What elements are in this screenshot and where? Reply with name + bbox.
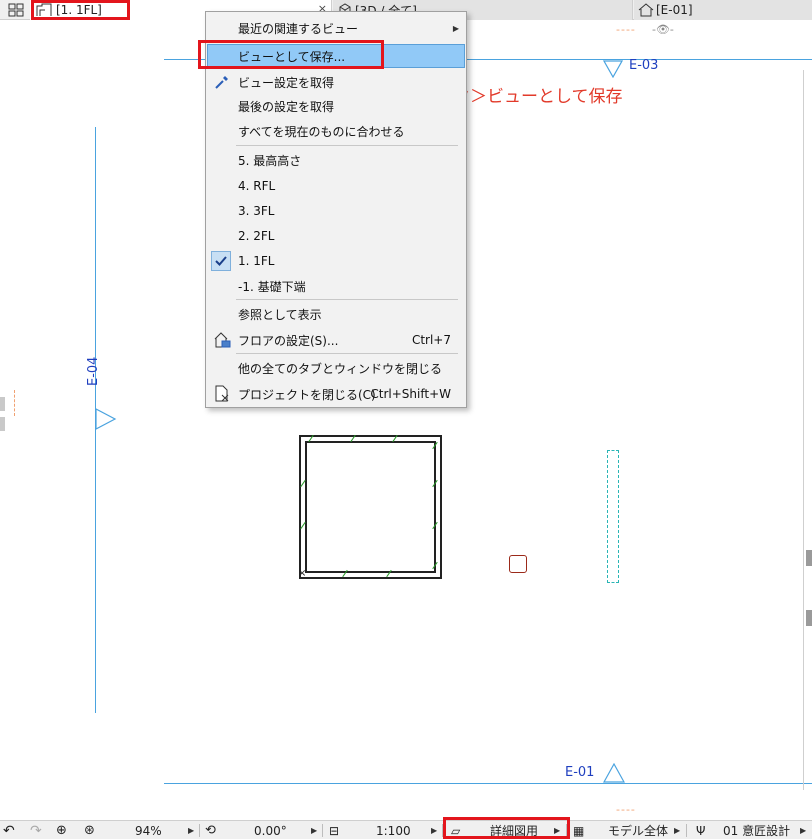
- status-separator: [442, 824, 443, 837]
- menu-item-label: 参照として表示: [238, 307, 322, 322]
- angle-dropdown-icon[interactable]: ▶: [311, 821, 317, 840]
- left-splitter-handle-2[interactable]: [0, 417, 5, 431]
- menu-item-story-4[interactable]: 4. RFL: [207, 174, 465, 198]
- menu-item-label: 他の全てのタブとウィンドウを閉じる: [238, 361, 443, 376]
- wall-room-inner: [305, 441, 436, 573]
- scale-value[interactable]: 1:100: [376, 821, 411, 840]
- menu-item-label: -1. 基礎下端: [238, 279, 306, 294]
- status-bar: ↶ ↷ ⊕ ⊛ 94% ▶ ⟲ 0.00° ▶ ⊟ 1:100 ▶ ▱ 詳細図用…: [0, 820, 812, 839]
- elevation-label-e04: E-04: [86, 356, 101, 386]
- layers-icon[interactable]: ▱: [451, 821, 460, 840]
- menu-separator: [236, 145, 458, 146]
- context-menu: 最近の関連するビュー ▶ ビューとして保存... ビュー設定を取得 最後の設定を…: [205, 11, 467, 408]
- close-project-icon: [213, 385, 231, 403]
- status-separator: [322, 824, 323, 837]
- layer-combo-dropdown-icon[interactable]: ▶: [554, 821, 560, 840]
- angle-value[interactable]: 0.00°: [254, 821, 287, 840]
- menu-item-story-1[interactable]: 1. 1FL: [207, 249, 465, 273]
- left-edge-marker: [14, 390, 15, 416]
- menu-item-close-other-tabs[interactable]: 他の全てのタブとウィンドウを閉じる: [207, 356, 465, 380]
- status-separator: [199, 824, 200, 837]
- menu-item-close-project[interactable]: プロジェクトを閉じる(C) Ctrl+Shift+W: [207, 382, 465, 406]
- redo-icon[interactable]: ↷: [30, 821, 42, 840]
- menu-item-floor-settings[interactable]: フロアの設定(S)... Ctrl+7: [207, 328, 465, 352]
- wall-room-box[interactable]: ×: [298, 434, 442, 579]
- checkmark-icon: [211, 251, 231, 271]
- menu-item-shortcut: Ctrl+Shift+W: [370, 387, 451, 401]
- floor-plan-icon: [36, 3, 52, 17]
- menu-item-label: すべてを現在のものに合わせる: [238, 124, 405, 139]
- house-icon: [638, 3, 654, 17]
- zoom-in-icon[interactable]: ⊕: [56, 821, 67, 840]
- model-view-icon[interactable]: ▦: [573, 821, 584, 840]
- pen-set-value[interactable]: 01 意匠設計: [723, 821, 790, 840]
- zoom-fit-icon[interactable]: ⊛: [84, 821, 95, 840]
- grid-view-icon[interactable]: [8, 3, 24, 17]
- menu-separator: [236, 353, 458, 354]
- menu-item-label: ビューとして保存...: [238, 49, 346, 64]
- menu-item-save-as-view[interactable]: ビューとして保存...: [207, 44, 465, 68]
- undo-icon[interactable]: ↶: [3, 821, 15, 840]
- menu-item-story-2[interactable]: 2. 2FL: [207, 224, 465, 248]
- elevation-line-right: [803, 70, 804, 790]
- elevation-label-e03: E-03: [629, 58, 659, 73]
- menu-item-story-3[interactable]: 3. 3FL: [207, 199, 465, 223]
- floor-settings-icon: [213, 331, 231, 349]
- status-separator: [686, 824, 687, 837]
- menu-item-label: 5. 最高高さ: [238, 153, 302, 168]
- menu-item-label: フロアの設定(S)...: [238, 333, 339, 348]
- model-view-dropdown-icon[interactable]: ▶: [674, 821, 680, 840]
- menu-item-story-5[interactable]: 5. 最高高さ: [207, 148, 465, 172]
- right-scroll-marker[interactable]: [806, 550, 812, 566]
- marker-dashes-top: ----: [616, 23, 636, 36]
- elevation-marker-e03[interactable]: [603, 60, 623, 78]
- eye-icon[interactable]: -👁-: [652, 23, 674, 36]
- menu-item-label: プロジェクトを閉じる(C): [238, 387, 376, 402]
- menu-item-match-current[interactable]: すべてを現在のものに合わせる: [207, 119, 465, 143]
- status-separator: [566, 824, 567, 837]
- tab-floor-plan-label: [1. 1FL]: [56, 3, 102, 17]
- zoom-dropdown-icon[interactable]: ▶: [188, 821, 194, 840]
- menu-item-get-last-settings[interactable]: 最後の設定を取得: [207, 94, 465, 118]
- menu-item-label: 3. 3FL: [238, 204, 275, 218]
- eyedropper-icon: [213, 73, 231, 91]
- elevation-marker-e04[interactable]: [95, 408, 117, 430]
- menu-item-story-minus-1[interactable]: -1. 基礎下端: [207, 274, 465, 298]
- column-object[interactable]: [509, 555, 527, 573]
- menu-item-label: 1. 1FL: [238, 254, 275, 268]
- menu-item-recent-views[interactable]: 最近の関連するビュー ▶: [207, 16, 465, 40]
- scale-icon[interactable]: ⊟: [329, 821, 339, 840]
- wall-hotspot-icon: ×: [298, 568, 307, 579]
- elevation-marker-e01[interactable]: [603, 763, 625, 783]
- pen-set-icon[interactable]: Ψ: [696, 821, 705, 840]
- layer-combo-value[interactable]: 詳細図用: [490, 821, 538, 840]
- right-scroll-marker[interactable]: [806, 610, 812, 626]
- elevation-label-e01: E-01: [565, 765, 595, 780]
- scale-dropdown-icon[interactable]: ▶: [431, 821, 437, 840]
- menu-item-label: 最後の設定を取得: [238, 99, 335, 114]
- submenu-arrow-icon: ▶: [452, 23, 459, 33]
- menu-item-label: ビュー設定を取得: [238, 75, 335, 90]
- pen-set-dropdown-icon[interactable]: ▶: [800, 821, 806, 840]
- menu-item-label: 最近の関連するビュー: [238, 21, 359, 36]
- zoom-value[interactable]: 94%: [135, 821, 162, 840]
- model-view-value[interactable]: モデル全体: [608, 821, 668, 840]
- tab-elevation[interactable]: [E-01]: [634, 0, 812, 20]
- elevation-line-bottom: [164, 783, 812, 784]
- menu-item-label: 4. RFL: [238, 179, 276, 193]
- menu-item-shortcut: Ctrl+7: [411, 333, 451, 347]
- marker-dashes-bottom: ----: [616, 803, 636, 816]
- dashed-object[interactable]: [607, 450, 619, 583]
- menu-item-get-view-settings[interactable]: ビュー設定を取得: [207, 70, 465, 94]
- menu-separator: [236, 299, 458, 300]
- menu-item-label: 2. 2FL: [238, 229, 275, 243]
- menu-item-show-as-reference[interactable]: 参照として表示: [207, 302, 465, 326]
- rotate-icon[interactable]: ⟲: [205, 821, 216, 840]
- left-splitter-handle[interactable]: [0, 397, 5, 411]
- tab-elevation-label: [E-01]: [656, 3, 693, 17]
